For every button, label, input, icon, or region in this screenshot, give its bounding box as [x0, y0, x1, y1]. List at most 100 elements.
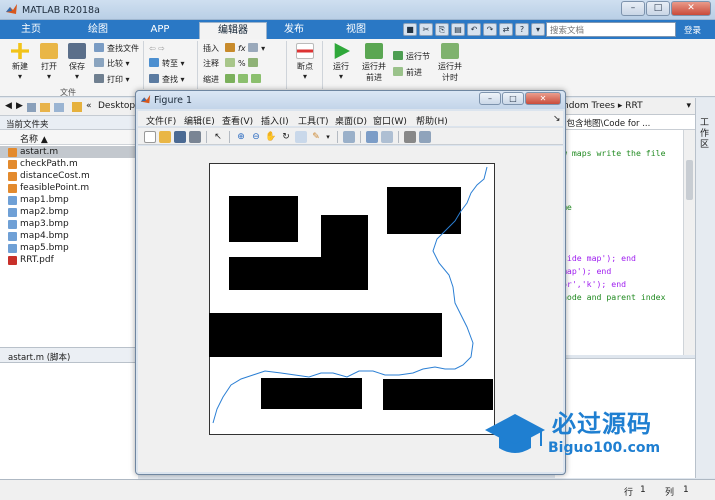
list-item[interactable]: map4.bmp: [0, 230, 138, 242]
back-arrow-icon[interactable]: ◀: [5, 101, 12, 111]
details-bar[interactable]: astart.m (脚本): [0, 347, 138, 363]
save-button[interactable]: 保存 ▾: [64, 43, 90, 81]
quick-copy-icon[interactable]: ⎘: [435, 23, 449, 36]
list-item[interactable]: map1.bmp: [0, 194, 138, 206]
run-button[interactable]: 运行 ▾: [328, 43, 354, 81]
code-line: node and parent index: [562, 292, 666, 302]
insert-icons[interactable]: fx ▾: [225, 43, 265, 55]
switch-windows-icon[interactable]: ⇄: [499, 23, 513, 36]
breadcrumb-desktop[interactable]: Desktop: [98, 101, 135, 111]
legend-icon[interactable]: [381, 131, 393, 143]
list-item[interactable]: distanceCost.m: [0, 170, 138, 182]
print-figure-icon[interactable]: [189, 131, 201, 143]
link-plot-icon[interactable]: [343, 131, 355, 143]
save-figure-icon[interactable]: [174, 131, 186, 143]
data-cursor-icon[interactable]: [295, 131, 307, 143]
editor-scrollbar[interactable]: [683, 130, 695, 355]
quick-save-icon[interactable]: ■: [403, 23, 417, 36]
tab-home[interactable]: 主页: [6, 20, 56, 39]
brush-dropdown-icon[interactable]: ▾: [322, 131, 334, 143]
undo-icon[interactable]: ↶: [467, 23, 481, 36]
tab-plots[interactable]: 绘图: [70, 20, 126, 39]
obstacle: [383, 379, 493, 410]
map-axes[interactable]: [209, 163, 495, 435]
list-item[interactable]: checkPath.m: [0, 158, 138, 170]
open-file-icon[interactable]: [159, 131, 171, 143]
brush-icon[interactable]: ✎: [310, 131, 322, 143]
up-folder-icon[interactable]: [27, 103, 36, 112]
zoom-in-icon[interactable]: ⊕: [235, 131, 247, 143]
dropdown-icon[interactable]: ▾: [686, 101, 691, 111]
zoom-out-icon[interactable]: ⊖: [250, 131, 262, 143]
quick-cut-icon[interactable]: ✂: [419, 23, 433, 36]
new-button[interactable]: 新建 ▾: [6, 43, 34, 81]
close-button[interactable]: ✕: [671, 1, 711, 16]
forward-arrow-icon[interactable]: ▶: [16, 101, 23, 111]
pan-icon[interactable]: ✋: [265, 131, 277, 143]
col-name[interactable]: 名称 ▲: [20, 132, 48, 145]
indent-icons[interactable]: [225, 74, 264, 86]
menu-tools[interactable]: 工具(T): [298, 114, 329, 127]
menu-insert[interactable]: 插入(I): [261, 114, 289, 127]
menu-edit[interactable]: 编辑(E): [184, 114, 215, 127]
maximize-button[interactable]: □: [646, 1, 670, 16]
print-button[interactable]: 打印 ▾: [94, 74, 130, 86]
figure-toolbar: ↖ ⊕ ⊖ ✋ ↻ ✎ ▾: [138, 127, 563, 145]
wrap-icon: [248, 58, 259, 67]
bitmap-icon: [8, 196, 17, 205]
menu-view[interactable]: 查看(V): [222, 114, 253, 127]
save-icon: [68, 43, 86, 59]
list-item[interactable]: map3.bmp: [0, 218, 138, 230]
list-item[interactable]: map5.bmp: [0, 242, 138, 254]
code-editor[interactable]: w maps write the file me side map'); end…: [555, 130, 683, 355]
redo-icon[interactable]: ↷: [483, 23, 497, 36]
list-item[interactable]: map2.bmp: [0, 206, 138, 218]
search-docs-input[interactable]: [546, 22, 676, 37]
figure-maximize-button[interactable]: □: [502, 92, 524, 105]
help-icon[interactable]: ?: [515, 23, 529, 36]
figure-close-button[interactable]: ✕: [525, 92, 561, 105]
details-panel: [0, 363, 138, 479]
advance-button[interactable]: 前进: [393, 67, 422, 79]
figure-minimize-button[interactable]: –: [479, 92, 501, 105]
goto-button[interactable]: 转至 ▾: [149, 58, 185, 70]
run-time-icon: [441, 43, 459, 59]
tab-view[interactable]: 视图: [330, 20, 382, 39]
scrollbar-thumb[interactable]: [686, 160, 693, 200]
show-plot-tools-icon[interactable]: [419, 131, 431, 143]
compare-button[interactable]: 比较 ▾: [94, 58, 130, 70]
run-and-advance-button[interactable]: 运行并 前进: [360, 43, 388, 83]
tab-apps[interactable]: APP: [134, 20, 186, 39]
nav-back-icon[interactable]: ⇦ ⇨: [149, 43, 165, 55]
list-item[interactable]: feasiblePoint.m: [0, 182, 138, 194]
browse-folder-icon[interactable]: [40, 103, 50, 112]
menu-window[interactable]: 窗口(W): [373, 114, 407, 127]
login-link[interactable]: 登录: [684, 24, 701, 36]
hide-plot-tools-icon[interactable]: [404, 131, 416, 143]
find-button[interactable]: 查找 ▾: [149, 74, 185, 86]
rotate-3d-icon[interactable]: ↻: [280, 131, 292, 143]
menu-file[interactable]: 文件(F): [146, 114, 176, 127]
open-button[interactable]: 打开 ▾: [36, 43, 62, 81]
run-and-time-button[interactable]: 运行并 计时: [436, 43, 464, 83]
figure-title-bar[interactable]: Figure 1 – □ ✕: [136, 91, 565, 109]
edit-plot-icon[interactable]: ↖: [212, 131, 224, 143]
workspace-tab[interactable]: 工作区: [695, 98, 715, 478]
menu-help[interactable]: 帮助(H): [416, 114, 448, 127]
menu-desktop[interactable]: 桌面(D): [335, 114, 367, 127]
minimize-button[interactable]: –: [621, 1, 645, 16]
find-files-button[interactable]: 查找文件: [94, 43, 139, 55]
breakpoints-button[interactable]: 断点 ▾: [292, 43, 318, 81]
comment-icons[interactable]: %: [225, 58, 261, 70]
quick-paste-icon[interactable]: ▤: [451, 23, 465, 36]
tab-publish[interactable]: 发布: [268, 20, 320, 39]
folder-nav-icon[interactable]: [54, 103, 64, 112]
dropdown-icon[interactable]: ▾: [531, 23, 545, 36]
list-item[interactable]: RRT.pdf: [0, 254, 138, 266]
run-section-button[interactable]: 运行节: [393, 51, 430, 63]
menu-dock-icon[interactable]: ↘: [553, 114, 561, 124]
colorbar-icon[interactable]: [366, 131, 378, 143]
list-item[interactable]: astart.m: [0, 146, 138, 158]
new-figure-icon[interactable]: [144, 131, 156, 143]
tab-editor[interactable]: 编辑器: [199, 22, 267, 39]
